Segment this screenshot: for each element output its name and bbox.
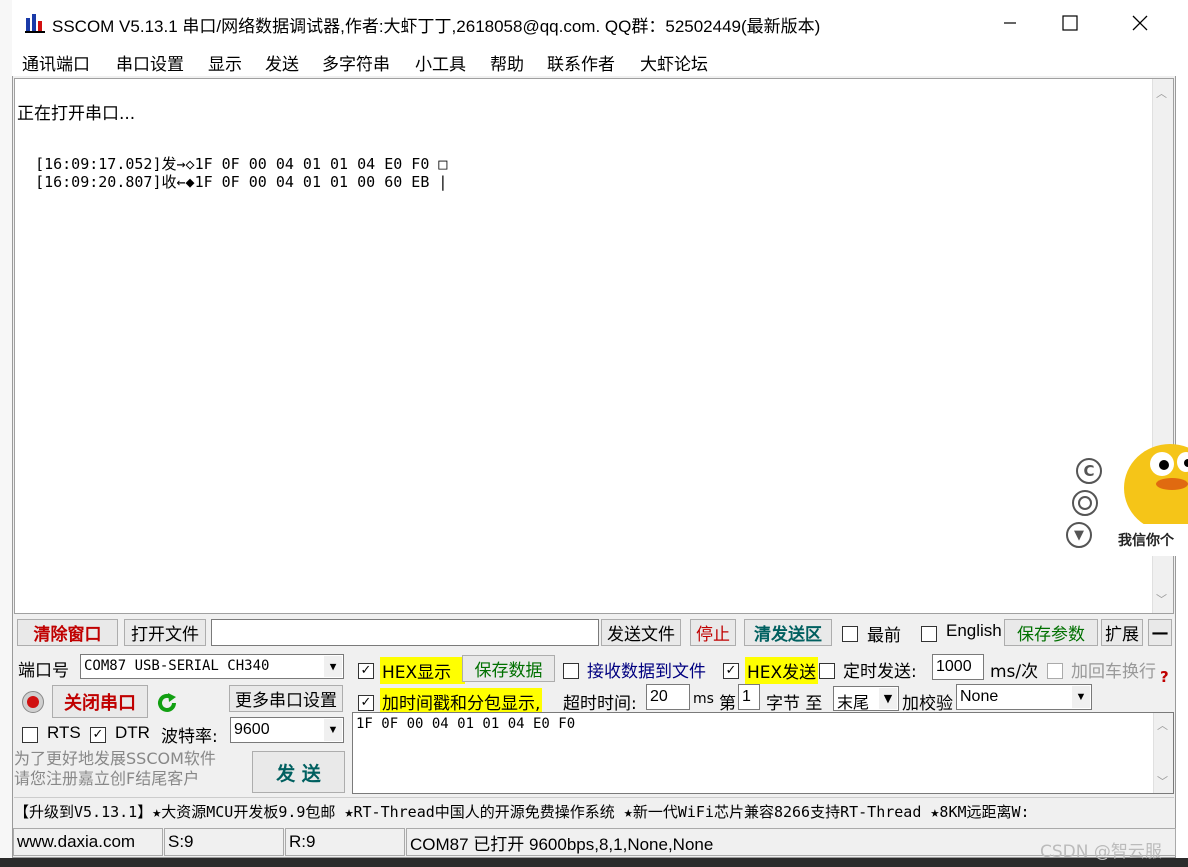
clear-window-button[interactable]: 清除窗口 xyxy=(17,619,118,646)
timed-send-label: 定时发送: xyxy=(843,662,917,682)
chevron-down-icon[interactable]: ▼ xyxy=(1072,686,1090,708)
status-sent-count: S:9 xyxy=(164,828,284,856)
minimize-button[interactable] xyxy=(987,6,1033,40)
scroll-down-arrow-icon[interactable]: ﹀ xyxy=(1156,591,1167,607)
scroll-up-arrow-icon[interactable]: ︿ xyxy=(1157,717,1168,733)
promo-text[interactable]: 为了更好地发展SSCOM软件 请您注册嘉立创F结尾客户 xyxy=(14,749,248,789)
stop-button[interactable]: 停止 xyxy=(690,619,736,646)
send-data-text: 1F 0F 00 04 01 01 04 E0 F0 xyxy=(356,716,576,732)
rts-label: RTS xyxy=(47,723,81,742)
add-timestamp-label: 加时间戳和分包显示, xyxy=(380,688,543,715)
status-received-count: R:9 xyxy=(285,828,405,856)
background-page xyxy=(0,0,12,867)
expand-button[interactable]: 扩展 xyxy=(1101,619,1143,646)
clear-send-button[interactable]: 清发送区 xyxy=(744,619,832,646)
rts-checkbox[interactable] xyxy=(22,724,38,743)
add-crlf-checkbox[interactable] xyxy=(1047,660,1063,679)
open-file-button[interactable]: 打开文件 xyxy=(124,619,206,646)
english-checkbox[interactable] xyxy=(921,623,937,642)
title-bar: SSCOM V5.13.1 串口/网络数据调试器,作者:大虾丁丁,2618058… xyxy=(12,0,1176,46)
receive-line: [16:09:20.807]收←◆1F 0F 00 04 01 01 00 60… xyxy=(17,153,447,192)
receive-line-time: [16:09:20.807] xyxy=(35,173,162,191)
app-icon xyxy=(24,12,46,34)
help-icon[interactable]: ? xyxy=(1160,668,1169,686)
add-crlf-label: 加回车换行 xyxy=(1071,662,1156,682)
checksum-select[interactable]: None ▼ xyxy=(956,684,1092,710)
status-website[interactable]: www.daxia.com xyxy=(13,828,163,856)
target-icon[interactable] xyxy=(1072,490,1098,516)
interval-input[interactable]: 1000 xyxy=(932,654,984,680)
send-data-input[interactable]: 1F 0F 00 04 01 01 04 E0 F0 ︿ ﹀ xyxy=(352,712,1174,794)
english-label: English xyxy=(946,621,1002,640)
more-settings-button[interactable]: 更多串口设置 xyxy=(229,685,343,712)
menu-multi-string[interactable]: 多字符串 xyxy=(322,50,390,75)
port-select-value: COM87 USB-SERIAL CH340 xyxy=(84,658,270,674)
receive-line-data: 1F 0F 00 04 01 01 00 60 EB | xyxy=(194,173,448,191)
sticker-text: 我信你个 xyxy=(1118,533,1174,549)
save-data-button[interactable]: 保存数据 xyxy=(462,655,555,682)
topmost-checkbox[interactable] xyxy=(842,623,858,642)
tshirt-icon[interactable]: ▼ xyxy=(1066,522,1092,548)
receive-line-dir: 收←◆ xyxy=(161,173,195,191)
menu-tools[interactable]: 小工具 xyxy=(415,50,466,75)
timeout-label: 超时时间: xyxy=(563,694,637,714)
menu-comm-port[interactable]: 通讯端口 xyxy=(22,50,90,75)
nth-label: 第 xyxy=(719,694,736,714)
recv-to-file-label: 接收数据到文件 xyxy=(587,662,706,682)
baud-label: 波特率: xyxy=(161,727,218,747)
hex-send-label: HEX发送 xyxy=(745,657,819,684)
chevron-down-icon[interactable]: ▼ xyxy=(324,719,342,741)
hex-display-checkbox[interactable]: ✓ xyxy=(358,660,374,679)
timed-send-checkbox[interactable] xyxy=(819,660,835,679)
dtr-label: DTR xyxy=(115,723,150,742)
port-select[interactable]: COM87 USB-SERIAL CH340 ▼ xyxy=(80,654,344,679)
interval-unit-label: ms/次 xyxy=(990,662,1039,682)
maximize-button[interactable] xyxy=(1047,6,1093,40)
scroll-down-arrow-icon[interactable]: ﹀ xyxy=(1157,773,1168,789)
recv-to-file-checkbox[interactable] xyxy=(563,660,579,679)
port-label: 端口号 xyxy=(18,661,69,681)
end-select[interactable]: 末尾 ▼ xyxy=(833,686,899,712)
save-params-button[interactable]: 保存参数 xyxy=(1004,619,1098,646)
chevron-down-icon[interactable]: ▼ xyxy=(324,656,342,677)
collapse-button[interactable]: — xyxy=(1148,619,1172,646)
menu-forum[interactable]: 大虾论坛 xyxy=(640,50,708,75)
menu-send[interactable]: 发送 xyxy=(265,50,299,75)
timeout-unit-label: ms xyxy=(693,691,714,707)
end-select-value: 末尾 xyxy=(837,693,870,712)
news-ticker[interactable]: 【升级到V5.13.1】★大资源MCU开发板9.9包邮 ★RT-Thread中国… xyxy=(14,797,1174,823)
nth-input[interactable]: 1 xyxy=(738,684,760,710)
add-timestamp-checkbox[interactable]: ✓ xyxy=(358,692,374,711)
checksum-label: 加校验 xyxy=(902,694,953,714)
send-button[interactable]: 发 送 xyxy=(252,751,345,793)
receive-status-text: 正在打开串口... xyxy=(17,104,136,124)
menu-contact-author[interactable]: 联系作者 xyxy=(547,50,615,75)
copyright-icon[interactable]: C xyxy=(1076,458,1102,484)
close-button[interactable] xyxy=(1117,6,1163,40)
hex-display-label: HEX显示 xyxy=(380,657,466,684)
record-icon[interactable] xyxy=(22,691,44,713)
checksum-select-value: None xyxy=(960,688,999,705)
baud-select-value: 9600 xyxy=(234,721,270,738)
send-scrollbar[interactable]: ︿ ﹀ xyxy=(1153,713,1173,793)
timeout-input[interactable]: 20 xyxy=(646,684,690,710)
hex-send-checkbox[interactable]: ✓ xyxy=(723,660,739,679)
send-file-button[interactable]: 发送文件 xyxy=(601,619,681,646)
refresh-icon[interactable] xyxy=(154,690,180,716)
byte-to-label: 字节 至 xyxy=(766,694,823,714)
window-title: SSCOM V5.13.1 串口/网络数据调试器,作者:大虾丁丁,2618058… xyxy=(52,17,821,36)
close-port-button[interactable]: 关闭串口 xyxy=(52,685,148,718)
scroll-up-arrow-icon[interactable]: ︿ xyxy=(1156,85,1167,101)
chevron-down-icon[interactable]: ▼ xyxy=(879,688,897,709)
menu-serial-settings[interactable]: 串口设置 xyxy=(116,50,184,75)
topmost-label: 最前 xyxy=(867,626,901,646)
background-strip xyxy=(0,858,1188,867)
duck-sticker: 我信你个 xyxy=(1112,436,1188,556)
file-path-input[interactable] xyxy=(211,619,599,646)
menu-display[interactable]: 显示 xyxy=(208,50,242,75)
dtr-checkbox[interactable]: ✓ xyxy=(90,724,106,743)
menu-help[interactable]: 帮助 xyxy=(490,50,524,75)
baud-select[interactable]: 9600 ▼ xyxy=(230,717,344,743)
watermark: CSDN @智云服 xyxy=(1040,842,1162,862)
